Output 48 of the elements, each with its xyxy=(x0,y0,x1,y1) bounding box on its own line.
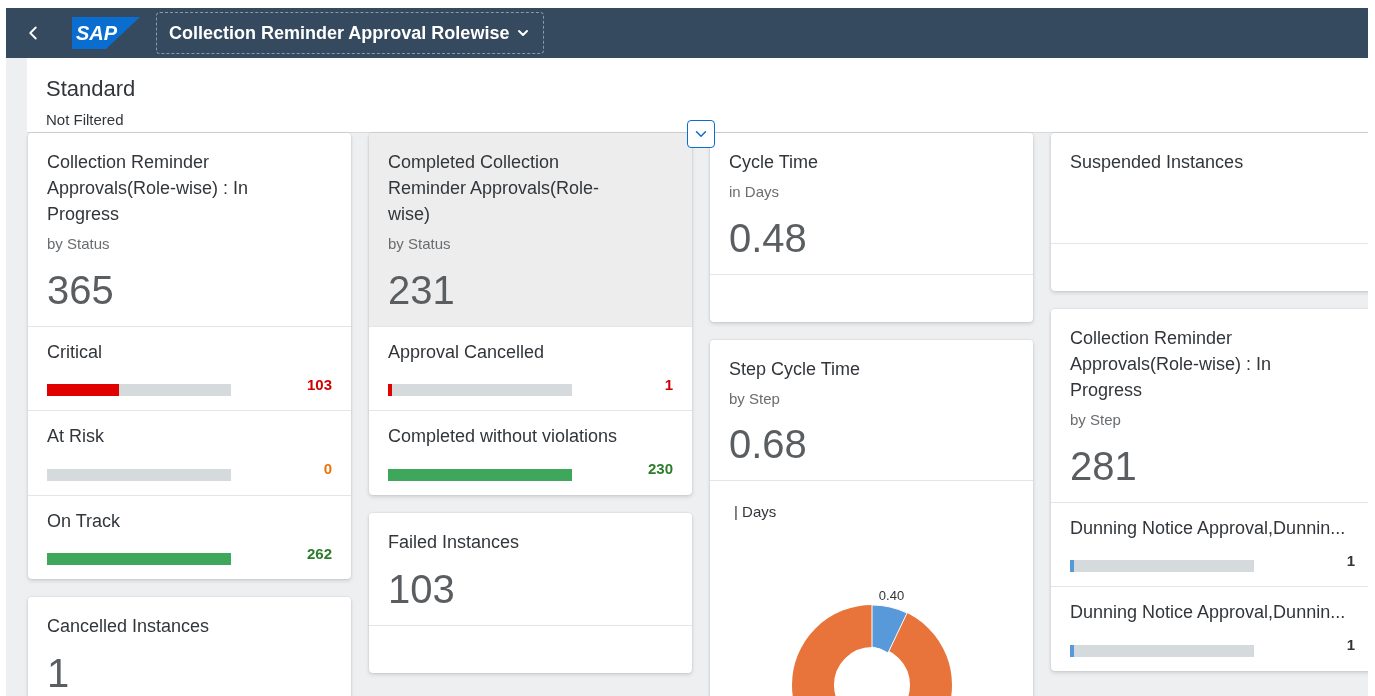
card-title: Cycle Time xyxy=(729,151,819,174)
item-label: On Track xyxy=(47,509,122,533)
item-label: At Risk xyxy=(47,425,105,448)
kpi-value: 0.48 xyxy=(729,214,808,262)
item-value: 262 xyxy=(306,543,332,564)
chart-legend: | Days xyxy=(729,501,1014,524)
kpi-card[interactable]: Cancelled Instances 1 xyxy=(28,597,351,696)
item-value: 1 xyxy=(1346,550,1355,571)
card-title: Collection Reminder Approvals(Role-wise) : In Progress xyxy=(1070,327,1273,402)
sap-logo: SAP xyxy=(72,17,140,49)
card-title: Cancelled Instances xyxy=(47,615,211,638)
card-title: Failed Instances xyxy=(388,530,521,554)
card-title: Step Cycle Time xyxy=(729,357,862,381)
item-value: 1 xyxy=(664,374,673,395)
kpi-value: 1 xyxy=(47,650,71,696)
item-label: Approval Cancelled xyxy=(388,340,546,364)
item-value: 0 xyxy=(323,459,332,479)
kpi-card[interactable]: Collection Reminder Approvals(Role-wise) : In Progress by Step 281 Dunning Notice Approval,Dunnin... 1 Dunning Notice Approval,Dunnin... 1 xyxy=(1051,309,1368,671)
item-label: Critical xyxy=(47,340,103,364)
kpi-card[interactable]: Cycle Time in Days 0.48 xyxy=(710,133,1033,322)
item-label: Dunning Notice Approval,Dunnin... xyxy=(1070,516,1347,540)
expand-header-button[interactable] xyxy=(687,120,715,148)
filter-status: Not Filtered xyxy=(46,110,125,130)
card-subtitle: by Status xyxy=(388,234,452,254)
item-value: 230 xyxy=(647,459,673,479)
kpi-card[interactable]: Completed Collection Reminder Approvals(Role-wise) by Status 231 Approval Cancelled 1 Completed without violations 230 xyxy=(369,133,692,495)
kpi-value: 0.68 xyxy=(729,421,808,468)
card-subtitle: in Days xyxy=(729,182,781,202)
data-label: 0.40 xyxy=(878,586,905,605)
item-value: 103 xyxy=(306,374,332,395)
card-subtitle: by Status xyxy=(47,234,111,254)
kpi-value: 365 xyxy=(47,266,115,314)
kpi-value: 103 xyxy=(388,565,456,613)
variant-title[interactable]: Standard xyxy=(46,72,1349,105)
card-title: Suspended Instances xyxy=(1070,151,1245,174)
card-title: Collection Reminder Approvals(Role-wise) : In Progress xyxy=(47,151,250,226)
card-title: Completed Collection Reminder Approvals(Role-wise) xyxy=(388,151,601,226)
kpi-card[interactable]: Suspended Instances xyxy=(1051,133,1368,291)
app-title-menu[interactable]: Collection Reminder Approval Rolewise xyxy=(156,12,545,54)
kpi-value: 281 xyxy=(1070,442,1138,490)
kpi-value: 231 xyxy=(388,266,456,314)
card-subtitle: by Step xyxy=(729,388,781,409)
card-subtitle: by Step xyxy=(1070,410,1122,430)
item-label: Dunning Notice Approval,Dunnin... xyxy=(1070,601,1347,624)
item-value: 1 xyxy=(1346,635,1355,655)
kpi-card[interactable]: Step Cycle Time by Step 0.68 | Days 0.40 xyxy=(710,339,1033,696)
item-label: Completed without violations xyxy=(388,425,619,448)
kpi-card[interactable]: Failed Instances 103 xyxy=(369,512,692,673)
